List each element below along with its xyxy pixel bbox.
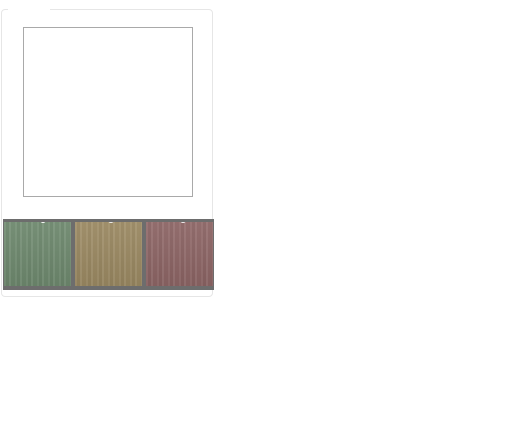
card-tab-notch (8, 8, 50, 11)
swatch-marker (108, 222, 114, 223)
swatch-ochre[interactable] (75, 222, 142, 286)
swatch-strip (3, 219, 214, 290)
swatch-rose[interactable] (146, 222, 213, 286)
swatch-marker (40, 222, 46, 223)
palette-card (1, 8, 214, 297)
swatch-marker (180, 222, 186, 223)
swatch-green[interactable] (4, 222, 71, 286)
preview-canvas[interactable] (23, 27, 193, 197)
